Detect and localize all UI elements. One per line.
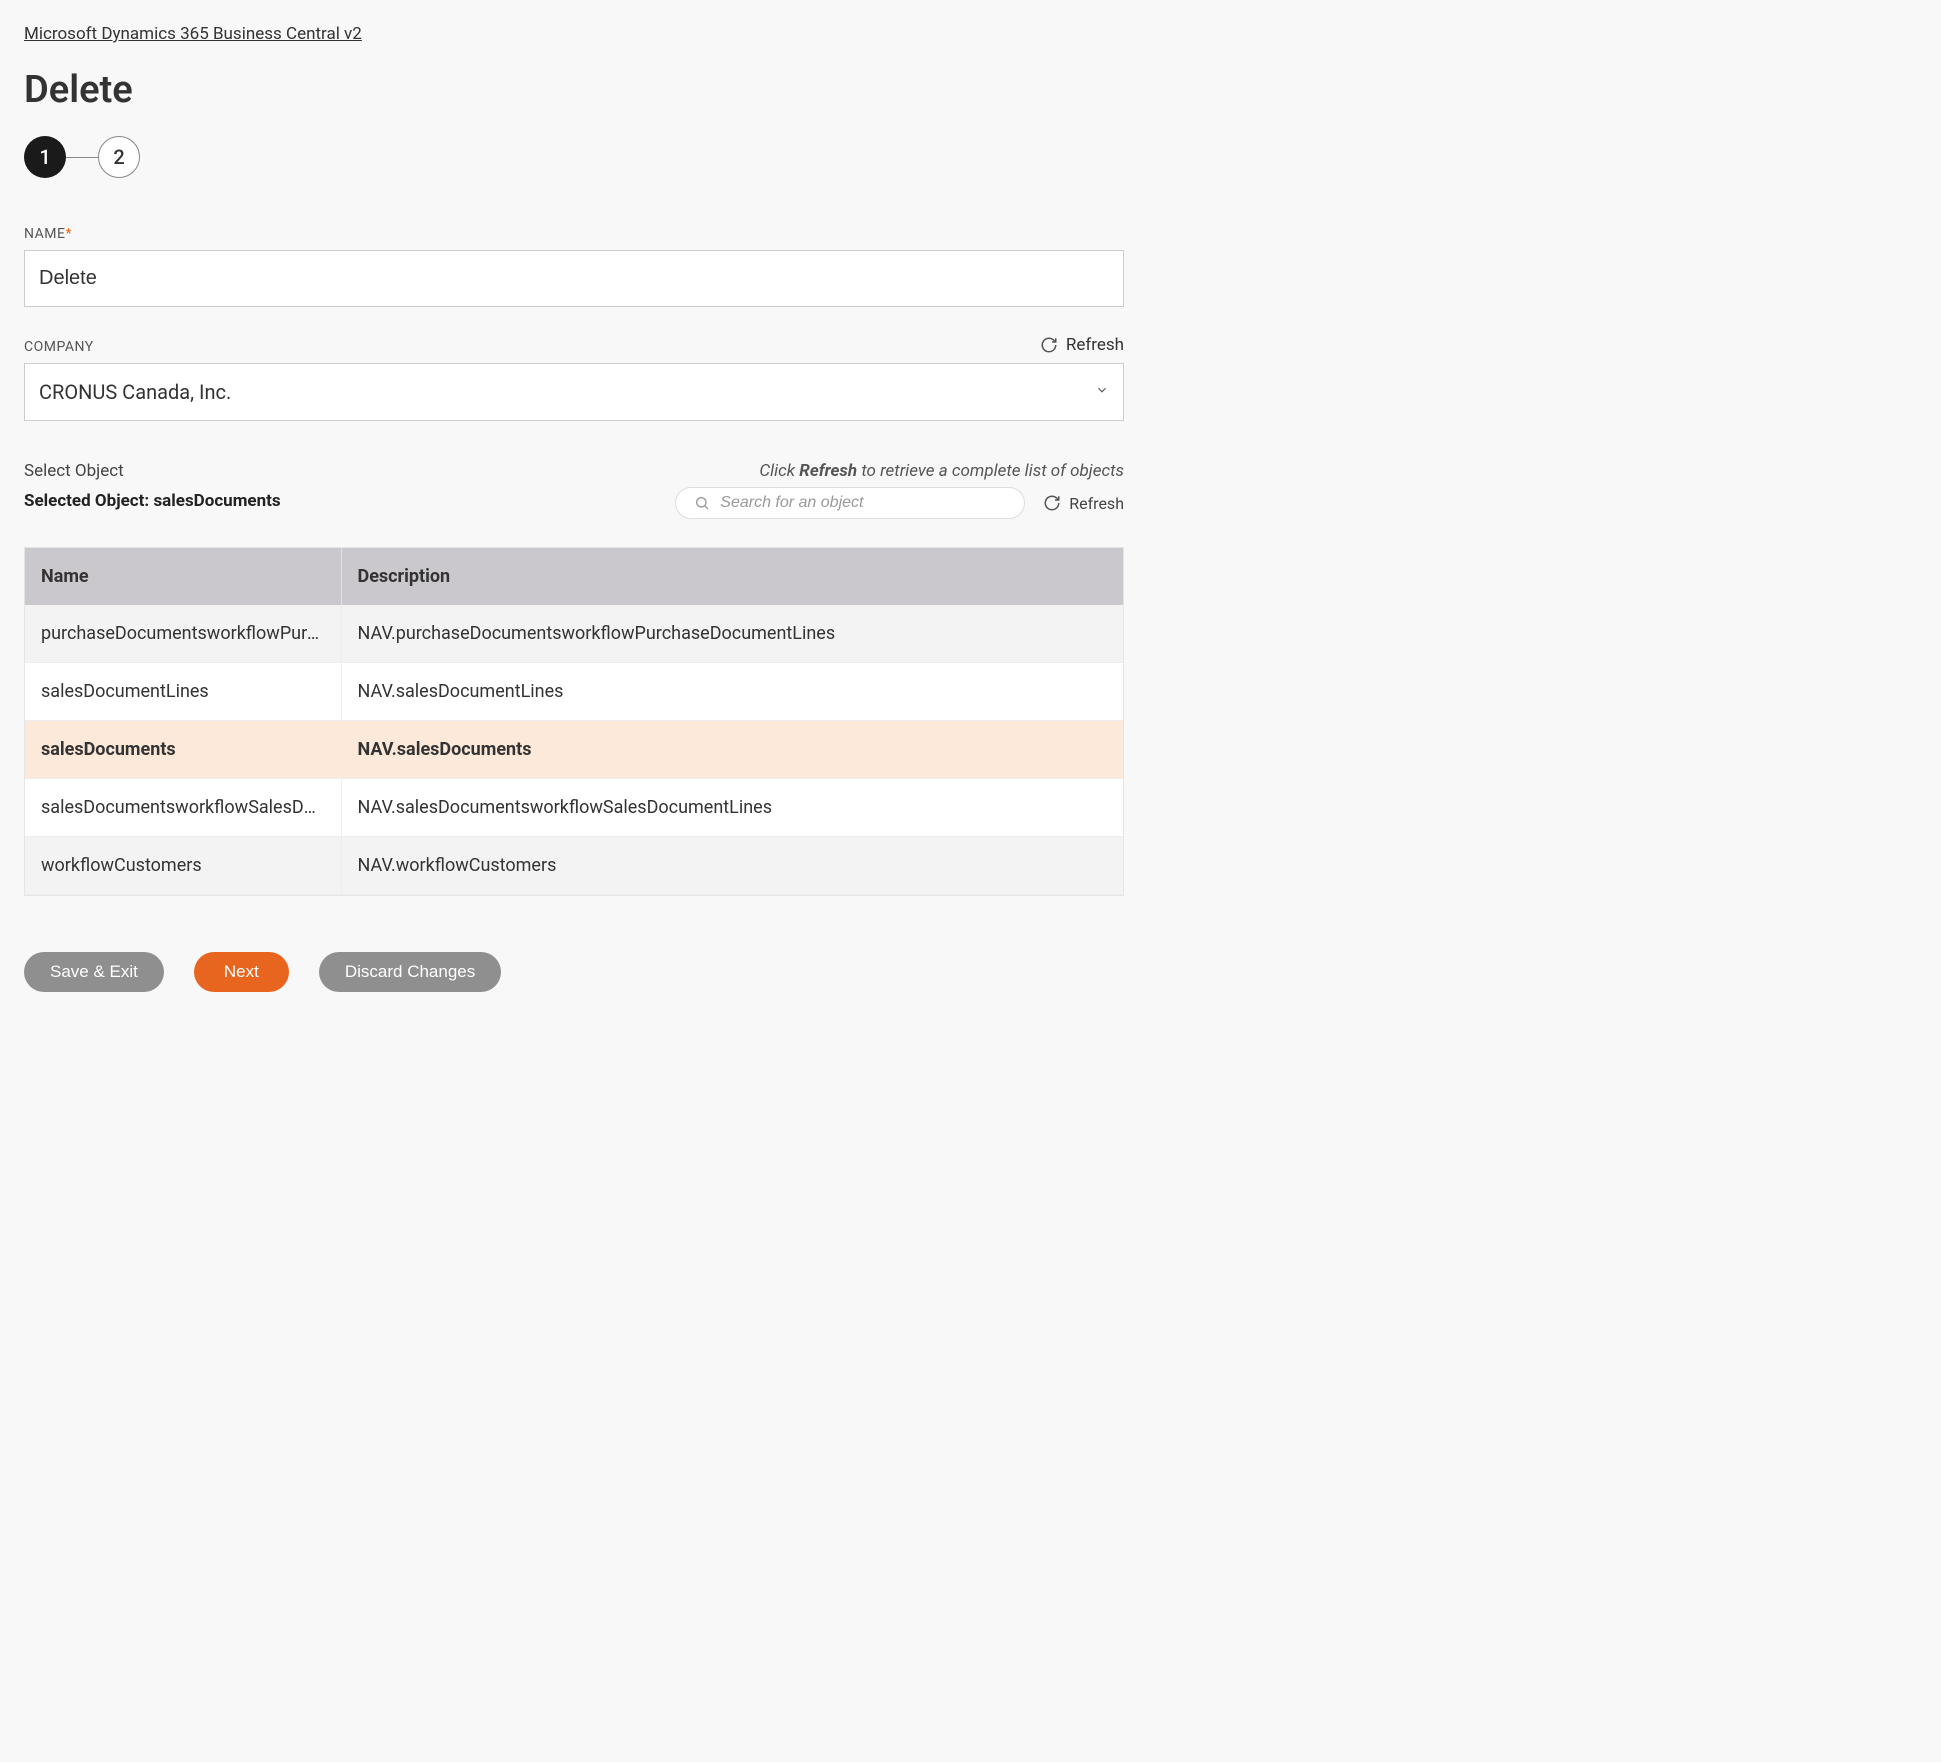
cell-description: NAV.salesDocumentLines (341, 663, 1123, 721)
table-row[interactable]: workflowCustomersNAV.workflowCustomers (25, 837, 1123, 895)
name-input[interactable] (24, 250, 1124, 307)
hint-suffix: to retrieve a complete list of objects (857, 461, 1124, 481)
step-1[interactable]: 1 (24, 136, 66, 178)
cell-description: NAV.workflowCustomers (341, 837, 1123, 895)
company-refresh-button[interactable]: Refresh (1040, 335, 1124, 355)
page-title: Delete (24, 68, 1124, 112)
company-label: COMPANY (24, 339, 94, 355)
name-label-text: NAME (24, 226, 65, 242)
cell-description: NAV.purchaseDocumentsworkflowPurchaseDoc… (341, 605, 1123, 663)
company-selected-value: CRONUS Canada, Inc. (39, 380, 231, 404)
table-row[interactable]: salesDocumentLinesNAV.salesDocumentLines (25, 663, 1123, 721)
step-2[interactable]: 2 (98, 136, 140, 178)
object-refresh-button[interactable]: Refresh (1043, 494, 1124, 513)
selected-object-value: salesDocuments (153, 491, 280, 511)
object-search-box[interactable] (675, 487, 1025, 519)
name-label: NAME* (24, 226, 1124, 242)
save-exit-button[interactable]: Save & Exit (24, 952, 164, 992)
search-icon (694, 495, 710, 511)
object-table-scroll[interactable]: Name Description purchaseDocumentsworkfl… (25, 548, 1123, 895)
refresh-icon (1043, 494, 1061, 512)
table-row[interactable]: salesDocumentsworkflowSalesDoc…NAV.sales… (25, 779, 1123, 837)
hint-prefix: Click (759, 461, 799, 481)
step-connector (66, 157, 98, 158)
cell-name: workflowCustomers (25, 837, 341, 895)
required-star: * (65, 226, 72, 242)
company-select[interactable]: CRONUS Canada, Inc. (24, 363, 1124, 421)
selected-object-text: Selected Object: salesDocuments (24, 491, 281, 511)
hint-bold: Refresh (799, 461, 857, 481)
cell-description: NAV.salesDocumentsworkflowSalesDocumentL… (341, 779, 1123, 837)
wizard-stepper: 1 2 (24, 136, 1124, 178)
discard-changes-button[interactable]: Discard Changes (319, 952, 501, 992)
selected-object-prefix: Selected Object: (24, 491, 153, 511)
refresh-label: Refresh (1066, 335, 1124, 355)
col-header-description[interactable]: Description (341, 548, 1123, 605)
breadcrumb-link[interactable]: Microsoft Dynamics 365 Business Central … (24, 24, 362, 44)
next-button[interactable]: Next (194, 952, 289, 992)
refresh-icon (1040, 336, 1058, 354)
cell-name: salesDocumentsworkflowSalesDoc… (25, 779, 341, 837)
cell-description: NAV.salesDocuments (341, 721, 1123, 779)
object-table-wrap: Name Description purchaseDocumentsworkfl… (24, 547, 1124, 896)
cell-name: purchaseDocumentsworkflowPurc… (25, 605, 341, 663)
object-table: Name Description purchaseDocumentsworkfl… (25, 548, 1123, 895)
footer-buttons: Save & Exit Next Discard Changes (24, 952, 1124, 992)
cell-name: salesDocuments (25, 721, 341, 779)
cell-name: salesDocumentLines (25, 663, 341, 721)
col-header-name[interactable]: Name (25, 548, 341, 605)
object-search-input[interactable] (720, 494, 1006, 512)
refresh-hint: Click Refresh to retrieve a complete lis… (281, 461, 1124, 481)
table-row[interactable]: salesDocumentsNAV.salesDocuments (25, 721, 1123, 779)
table-row[interactable]: purchaseDocumentsworkflowPurc…NAV.purcha… (25, 605, 1123, 663)
select-object-label: Select Object (24, 461, 281, 481)
chevron-down-icon (1095, 383, 1109, 401)
refresh-label: Refresh (1069, 494, 1124, 513)
